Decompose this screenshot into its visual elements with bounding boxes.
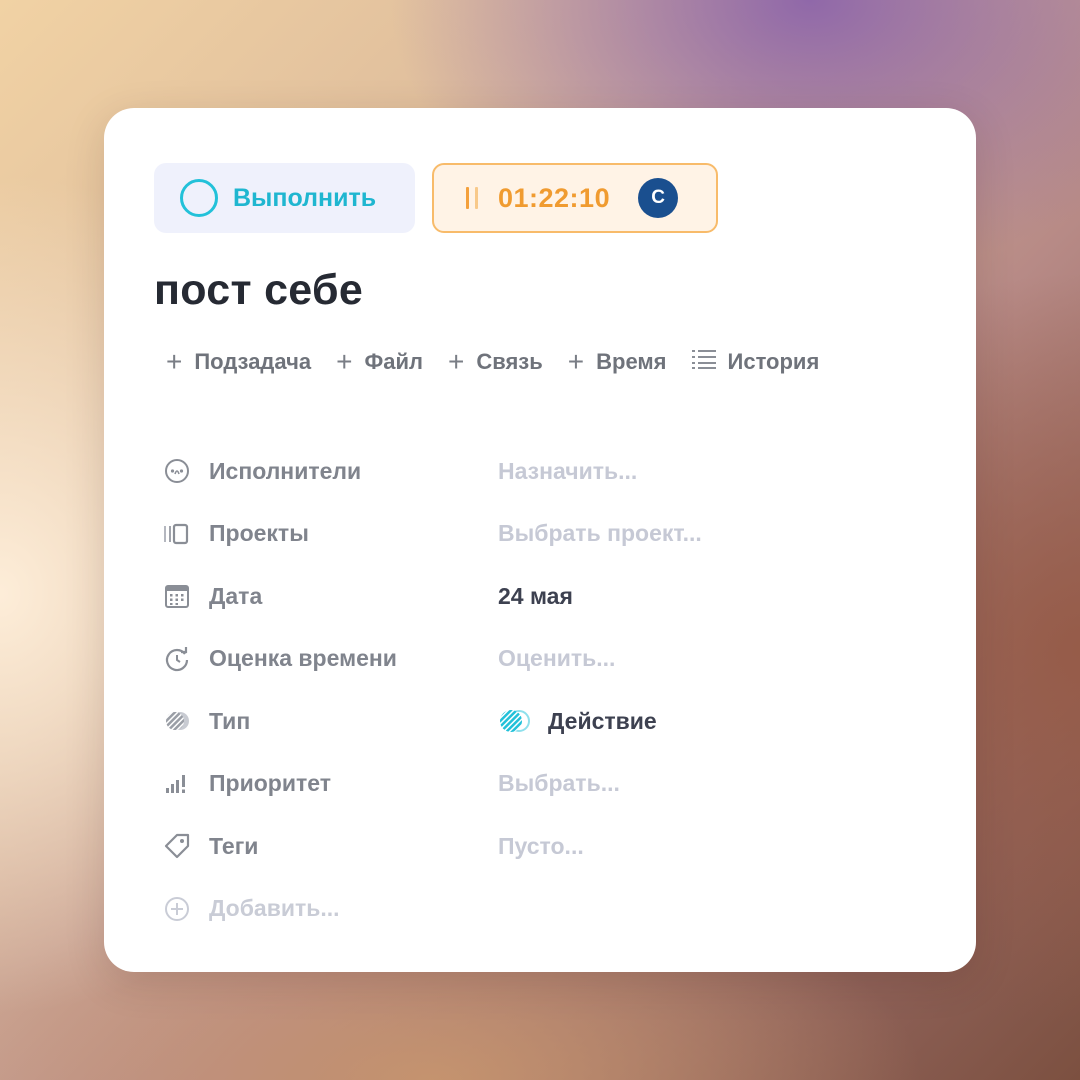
- action-label: Подзадача: [194, 349, 312, 374]
- tags-value[interactable]: Пусто...: [498, 833, 584, 860]
- property-label: Оценка времени: [209, 645, 397, 672]
- plus-icon: +: [567, 346, 585, 377]
- complete-button[interactable]: Выполнить: [154, 163, 415, 233]
- property-row-time-estimate: Оценка времени Оценить...: [162, 628, 922, 691]
- assignee-value[interactable]: Назначить...: [498, 458, 637, 485]
- add-property-row[interactable]: Добавить...: [162, 878, 922, 941]
- priority-icon: [162, 769, 192, 799]
- priority-value[interactable]: Выбрать...: [498, 770, 620, 797]
- property-row-tags: Теги Пусто...: [162, 815, 922, 878]
- action-label: История: [727, 349, 820, 374]
- property-label: Проекты: [209, 520, 309, 547]
- property-row-priority: Приоритет Выбрать...: [162, 753, 922, 816]
- complete-label: Выполнить: [233, 183, 377, 212]
- property-row-date: Дата 24 мая: [162, 565, 922, 628]
- add-time-button[interactable]: + Время: [568, 348, 667, 376]
- time-estimate-icon: [162, 644, 192, 674]
- tag-icon: [162, 831, 192, 861]
- type-value-label: Действие: [548, 707, 657, 734]
- property-label: Теги: [209, 832, 259, 859]
- task-title[interactable]: пост себе: [154, 266, 363, 315]
- property-label: Приоритет: [209, 770, 331, 797]
- time-estimate-value[interactable]: Оценить...: [498, 645, 615, 672]
- circle-icon: [180, 179, 218, 217]
- action-label: Файл: [364, 349, 423, 374]
- property-row-assignees: Исполнители Назначить...: [162, 440, 922, 503]
- task-properties: Исполнители Назначить... Проекты Выбрать…: [162, 440, 922, 940]
- timer-button[interactable]: 01:22:10 С: [432, 163, 718, 233]
- action-label: Связь: [476, 349, 543, 374]
- add-circle-icon: [162, 894, 192, 924]
- plus-icon: +: [166, 346, 183, 377]
- calendar-icon: [162, 581, 192, 611]
- add-link-button[interactable]: + Связь: [448, 348, 543, 376]
- property-label: Исполнители: [209, 457, 362, 484]
- projects-icon: [162, 519, 192, 549]
- assignee-icon: [162, 456, 192, 486]
- action-label: Время: [596, 349, 667, 374]
- task-controls: Выполнить 01:22:10 С: [154, 163, 718, 233]
- property-row-projects: Проекты Выбрать проект...: [162, 503, 922, 566]
- type-value[interactable]: Действие: [498, 708, 657, 735]
- add-subtask-button[interactable]: + Подзадача: [166, 348, 311, 376]
- property-row-type: Тип Действие: [162, 690, 922, 753]
- task-card: Выполнить 01:22:10 С пост себе + Подзада…: [104, 108, 976, 972]
- project-value[interactable]: Выбрать проект...: [498, 520, 702, 547]
- add-property-label[interactable]: Добавить...: [209, 895, 340, 922]
- pause-icon: [466, 187, 478, 209]
- date-value[interactable]: 24 мая: [498, 583, 573, 610]
- action-type-icon: [500, 710, 530, 733]
- plus-icon: +: [447, 346, 465, 377]
- task-actions: + Подзадача + Файл + Связь + Время Истор…: [166, 348, 844, 376]
- plus-icon: +: [336, 346, 353, 377]
- type-icon: [162, 706, 192, 736]
- property-label: Тип: [209, 707, 251, 734]
- list-icon: [691, 349, 716, 375]
- avatar[interactable]: С: [638, 178, 679, 218]
- history-button[interactable]: История: [691, 349, 820, 375]
- timer-value: 01:22:10: [498, 182, 611, 213]
- add-file-button[interactable]: + Файл: [336, 348, 423, 376]
- property-label: Дата: [209, 582, 263, 609]
